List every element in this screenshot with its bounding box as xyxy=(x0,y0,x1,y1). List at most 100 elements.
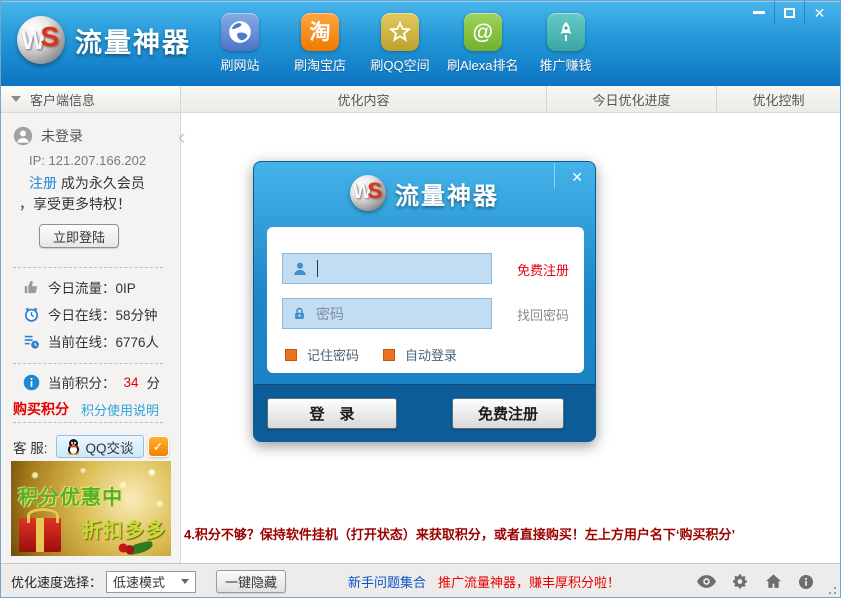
alexa-glyph: @ xyxy=(473,22,493,43)
remember-password-label[interactable]: 记住密码 xyxy=(307,345,359,364)
promo-text: 推广流量神器，赚丰厚积分啦！ xyxy=(438,572,620,591)
close-button[interactable]: ✕ xyxy=(804,1,834,24)
stat-current-online: 当前在线：6776人 xyxy=(23,331,159,351)
taobao-glyph: 淘 xyxy=(310,22,331,43)
points-value: 34 xyxy=(124,375,139,390)
ad-text-line1: 积分优惠中 xyxy=(18,481,123,510)
main-area: 优化内容 今日优化进度 优化控制 ‹ ✕ W S 流量神器 xyxy=(181,86,840,563)
home-icon[interactable] xyxy=(765,573,782,590)
app-logo-icon: W S xyxy=(17,16,65,64)
promo-ad-banner[interactable]: 积分优惠中 折扣多多 xyxy=(11,461,171,556)
logo-letter-s: S xyxy=(367,178,382,204)
speed-mode-select[interactable]: 低速模式 xyxy=(106,571,196,593)
stat-text: 当前在线：6776人 xyxy=(48,331,159,351)
nav-label: 刷Alexa排名 xyxy=(447,55,519,74)
info-icon[interactable] xyxy=(798,574,814,590)
minimize-button[interactable] xyxy=(744,1,774,24)
login-button[interactable]: 登 录 xyxy=(267,398,397,429)
dialog-footer: 登 录 免费注册 xyxy=(254,384,595,441)
online-list-icon xyxy=(23,333,40,350)
points-notice-text: 4.积分不够？保持软件挂机（打开状态）来获取积分，或者直接购买！左上方用户名下‘… xyxy=(184,524,735,543)
password-input[interactable] xyxy=(316,306,466,322)
maximize-icon xyxy=(784,8,795,18)
username-field[interactable] xyxy=(282,253,492,284)
username-input[interactable] xyxy=(327,261,477,277)
login-dialog: ✕ W S 流量神器 免费注册 xyxy=(253,161,596,442)
nav-item-alexa[interactable]: @ 刷Alexa排名 xyxy=(447,13,519,74)
dialog-title: 流量神器 xyxy=(395,176,499,211)
nav-item-promote[interactable]: 推广赚钱 xyxy=(533,13,599,74)
divider xyxy=(13,422,163,423)
privilege-text: ，享受更多特权！ xyxy=(19,194,131,214)
qq-penguin-icon xyxy=(66,438,81,455)
dialog-logo-icon: W S xyxy=(350,175,386,211)
login-now-button[interactable]: 立即登陆 xyxy=(39,224,119,248)
qq-chat-label: QQ交谈 xyxy=(86,437,134,457)
sidebar: 客户端信息 未登录 IP: 121.207.166.202 注册 成为永久会员 … xyxy=(1,86,181,563)
register-link[interactable]: 注册 xyxy=(29,175,57,191)
taobao-icon: 淘 xyxy=(301,13,339,51)
status-bar: 优化速度选择： 低速模式 一键隐藏 新手问题集合 推广流量神器，赚丰厚积分啦！ xyxy=(1,563,840,598)
nav-label: 刷淘宝店 xyxy=(294,55,346,74)
app-title: 流量神器 xyxy=(75,21,191,60)
sidebar-collapse-icon[interactable]: ‹ xyxy=(178,126,185,148)
text-cursor xyxy=(317,260,318,277)
sidebar-header-label: 客户端信息 xyxy=(30,90,95,109)
maximize-button[interactable] xyxy=(774,1,804,24)
login-status-text: 未登录 xyxy=(41,126,83,146)
tab-optimize-content[interactable]: 优化内容 xyxy=(181,86,546,112)
rocket-icon xyxy=(547,13,585,51)
logo-letter-s: S xyxy=(40,21,59,53)
auto-login-label[interactable]: 自动登录 xyxy=(405,345,457,364)
app-logo: W S 流量神器 xyxy=(17,16,191,64)
shield-check-icon[interactable]: ✓ xyxy=(148,436,169,457)
person-icon xyxy=(292,261,308,277)
window-body: 客户端信息 未登录 IP: 121.207.166.202 注册 成为永久会员 … xyxy=(1,86,840,563)
alexa-at-icon: @ xyxy=(464,13,502,51)
divider xyxy=(13,363,163,364)
ip-address: IP: 121.207.166.202 xyxy=(29,153,146,168)
chevron-down-icon xyxy=(11,96,21,102)
app-window: W S 流量神器 刷网站 淘 刷淘宝店 刷QQ xyxy=(0,0,841,598)
nav-item-taobao[interactable]: 淘 刷淘宝店 xyxy=(287,13,353,74)
gift-box-icon xyxy=(19,518,61,552)
points-help-link[interactable]: 积分使用说明 xyxy=(81,400,159,419)
nav-label: 刷QQ空间 xyxy=(370,55,429,74)
titlebar: W S 流量神器 刷网站 淘 刷淘宝店 刷QQ xyxy=(1,1,840,86)
points-row: 当前积分：34分 xyxy=(23,372,160,392)
eye-icon[interactable] xyxy=(697,575,716,588)
stat-text: 今日流量：0IP xyxy=(48,277,136,297)
one-click-hide-button[interactable]: 一键隐藏 xyxy=(216,570,286,593)
password-field[interactable] xyxy=(282,298,492,329)
close-icon: ✕ xyxy=(814,6,826,20)
register-text: 成为永久会员 xyxy=(61,175,145,191)
sidebar-header[interactable]: 客户端信息 xyxy=(1,86,180,113)
login-options-row: 记住密码 自动登录 xyxy=(285,345,457,364)
register-line: 注册 成为永久会员 xyxy=(29,173,145,193)
resize-grip[interactable] xyxy=(824,582,836,594)
alarm-clock-icon xyxy=(23,306,40,323)
find-password-link[interactable]: 找回密码 xyxy=(517,305,569,324)
buy-points-link[interactable]: 购买积分 xyxy=(13,399,69,419)
divider xyxy=(13,267,163,268)
qq-chat-button[interactable]: QQ交谈 xyxy=(56,435,144,458)
star-icon xyxy=(381,13,419,51)
main-toolbar: 刷网站 淘 刷淘宝店 刷QQ空间 @ 刷Alexa排名 xyxy=(207,13,599,74)
customer-service-row: 客 服: QQ交谈 ✓ xyxy=(13,435,169,458)
tab-today-progress[interactable]: 今日优化进度 xyxy=(546,86,716,112)
speed-mode-value: 低速模式 xyxy=(113,572,165,591)
gear-icon[interactable] xyxy=(732,573,749,590)
thumb-up-icon xyxy=(23,279,40,296)
info-icon xyxy=(23,374,40,391)
remember-password-checkbox[interactable] xyxy=(285,349,297,361)
nav-item-qzone[interactable]: 刷QQ空间 xyxy=(367,13,433,74)
register-button[interactable]: 免费注册 xyxy=(452,398,564,429)
faq-link[interactable]: 新手问题集合 xyxy=(348,572,426,591)
check-glyph: ✓ xyxy=(153,439,164,455)
login-form-panel: 免费注册 找回密码 记住密码 自动登录 xyxy=(267,227,584,373)
free-register-link[interactable]: 免费注册 xyxy=(517,260,569,279)
auto-login-checkbox[interactable] xyxy=(383,349,395,361)
tab-optimize-control[interactable]: 优化控制 xyxy=(716,86,840,112)
nav-item-website[interactable]: 刷网站 xyxy=(207,13,273,74)
stat-today-online: 今日在线：58分钟 xyxy=(23,304,158,324)
